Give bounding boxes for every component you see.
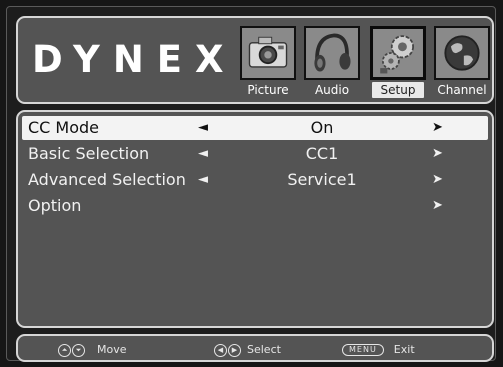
left-arrow-icon[interactable]: ◄	[198, 168, 208, 192]
left-arrow-icon: ◀	[214, 343, 227, 357]
dynex-logo: DYNEX	[32, 38, 237, 81]
menu-item-option[interactable]: Option ➤	[22, 194, 488, 218]
menu-item-label: Option	[28, 196, 82, 215]
down-arrow-icon: ⏷	[72, 343, 85, 357]
menu-key-icon: MENU	[342, 344, 384, 356]
camera-icon	[240, 26, 296, 80]
move-label: Move	[97, 343, 127, 356]
menu-item-label: CC Mode	[28, 118, 100, 137]
right-arrow-icon: ▶	[228, 343, 241, 357]
right-arrow-icon[interactable]: ➤	[432, 142, 443, 166]
up-arrow-icon: ⏶	[58, 343, 71, 357]
tab-label: Channel	[437, 83, 487, 97]
tab-label: Audio	[314, 83, 350, 97]
right-arrow-icon[interactable]: ➤	[432, 168, 443, 192]
tab-setup[interactable]: Setup	[368, 26, 428, 102]
exit-label: Exit	[393, 343, 415, 356]
select-label: Select	[247, 343, 281, 356]
tab-picture[interactable]: Picture	[238, 26, 298, 102]
globe-icon	[434, 26, 490, 80]
tab-audio[interactable]: Audio	[302, 26, 362, 102]
footer-select-hint: ◀ ▶ Select	[214, 340, 281, 360]
setup-menu-panel: CC Mode ◄ On ➤ Basic Selection ◄ CC1 ➤ A…	[16, 110, 494, 328]
tab-channel[interactable]: Channel	[432, 26, 492, 102]
menu-item-value: CC1	[305, 144, 339, 163]
menu-item-cc-mode[interactable]: CC Mode ◄ On ➤	[22, 116, 488, 140]
gears-icon	[370, 26, 426, 80]
menu-item-value: On	[310, 118, 334, 137]
footer-move-hint: ⏶ ⏷ Move	[58, 340, 127, 360]
footer-exit-hint: MENU Exit	[342, 340, 415, 360]
menu-item-basic-selection[interactable]: Basic Selection ◄ CC1 ➤	[22, 142, 488, 166]
menu-item-advanced-selection[interactable]: Advanced Selection ◄ Service1 ➤	[22, 168, 488, 192]
left-arrow-icon[interactable]: ◄	[198, 116, 208, 140]
tab-label: Picture	[247, 83, 289, 97]
headphones-icon	[304, 26, 360, 80]
right-arrow-icon[interactable]: ➤	[432, 116, 443, 140]
footer-help-bar: ⏶ ⏷ Move ◀ ▶ Select MENU Exit	[16, 334, 494, 362]
menu-item-value: Service1	[287, 170, 357, 189]
menu-item-label: Advanced Selection	[28, 170, 186, 189]
left-arrow-icon[interactable]: ◄	[198, 142, 208, 166]
tab-label: Setup	[372, 82, 424, 98]
header-panel: DYNEX Picture Audio Setup Channel	[16, 16, 494, 104]
menu-item-label: Basic Selection	[28, 144, 150, 163]
right-arrow-icon[interactable]: ➤	[432, 194, 443, 218]
